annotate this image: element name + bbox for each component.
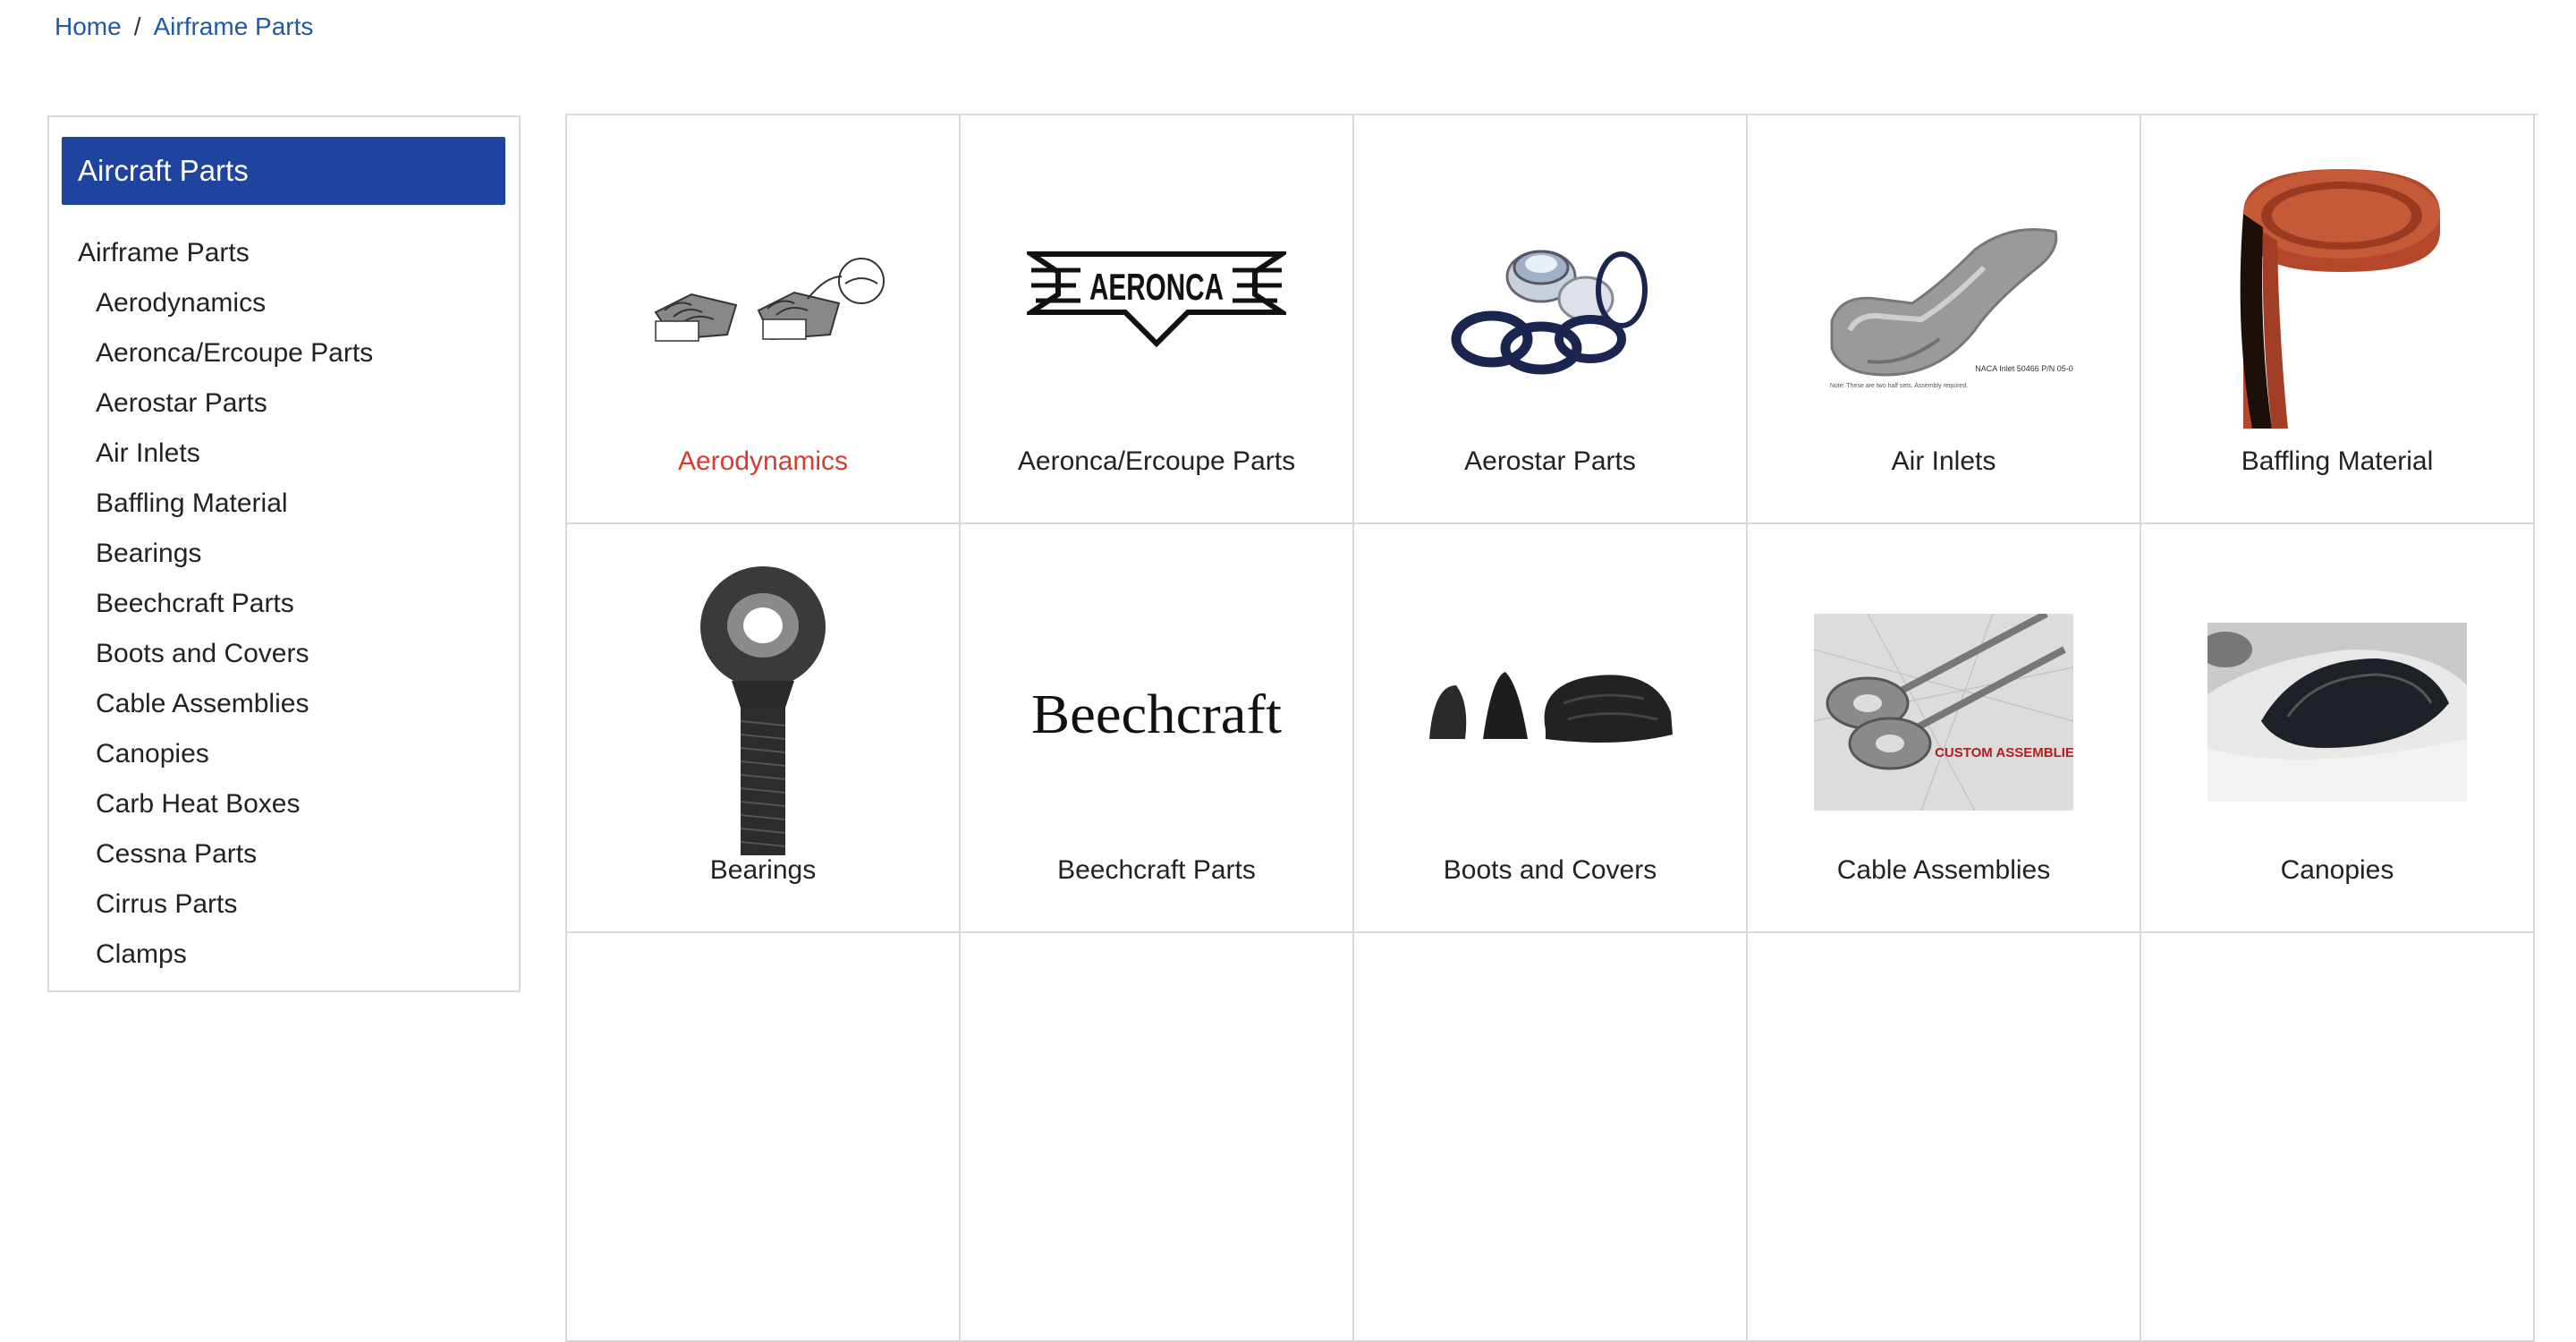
air-inlet-note: Note: These are two half sets. Assembly … <box>1830 383 1968 389</box>
tile-label[interactable]: Air Inlets <box>1748 446 2140 477</box>
sidebar-item-aeronca-ercoupe-parts[interactable]: Aeronca/Ercoupe Parts <box>96 328 373 378</box>
tile-label[interactable]: Boots and Covers <box>1354 855 1746 886</box>
sidebar-item-beechcraft-parts[interactable]: Beechcraft Parts <box>96 579 373 629</box>
tile-label[interactable]: Aeronca/Ercoupe Parts <box>961 446 1352 477</box>
beechcraft-logo-text: Beechcraft <box>1031 684 1282 745</box>
sidebar-header[interactable]: Aircraft Parts <box>62 137 505 205</box>
sidebar-item-baffling-material[interactable]: Baffling Material <box>96 479 373 529</box>
air-inlet-caption: NACA Inlet 50466 P/N 05-00009 <box>1975 364 2073 373</box>
category-tile-baffling-material[interactable]: Baffling Material <box>2141 115 2535 524</box>
sidebar-item-carb-heat-boxes[interactable]: Carb Heat Boxes <box>96 779 373 829</box>
category-tile-boots-and-covers[interactable]: Boots and Covers <box>1354 524 1748 933</box>
canopy-icon[interactable] <box>2203 578 2471 846</box>
beechcraft-logo-icon[interactable]: Beechcraft <box>1022 578 1291 846</box>
breadcrumb-home-link[interactable]: Home <box>55 13 122 40</box>
sidebar-item-airframe-parts[interactable]: Airframe Parts <box>78 228 373 278</box>
breadcrumb: Home / Airframe Parts <box>55 13 313 41</box>
category-tile-beechcraft-parts[interactable]: Beechcraft Beechcraft Parts <box>961 524 1354 933</box>
breadcrumb-separator: / <box>133 13 141 40</box>
category-grid: Aerodynamics AERONCA Aeronca/Ercoupe Par… <box>565 114 2538 1342</box>
category-tile-canopies[interactable]: Canopies <box>2141 524 2535 933</box>
tile-label[interactable]: Cable Assemblies <box>1748 855 2140 886</box>
baffling-roll-icon[interactable] <box>2203 169 2471 437</box>
sidebar-item-aerodynamics[interactable]: Aerodynamics <box>96 278 373 328</box>
category-tile-air-inlets[interactable]: NACA Inlet 50466 P/N 05-00009 Note: Thes… <box>1748 115 2141 524</box>
category-sidebar: Aircraft Parts Airframe Parts Aerodynami… <box>47 115 521 992</box>
sidebar-item-canopies[interactable]: Canopies <box>96 729 373 779</box>
category-tile-partial[interactable] <box>1354 933 1748 1342</box>
tile-label[interactable]: Aerodynamics <box>567 446 959 477</box>
category-tile-bearings[interactable]: Bearings <box>567 524 961 933</box>
sidebar-item-cirrus-parts[interactable]: Cirrus Parts <box>96 879 373 930</box>
aeronca-logo-text: AERONCA <box>1089 266 1224 308</box>
sidebar-item-air-inlets[interactable]: Air Inlets <box>96 429 373 479</box>
category-tile-aeronca-ercoupe-parts[interactable]: AERONCA Aeronca/Ercoupe Parts <box>961 115 1354 524</box>
tile-label[interactable]: Canopies <box>2141 855 2533 886</box>
aerodynamics-diagram-icon[interactable] <box>629 169 897 437</box>
boots-covers-icon[interactable] <box>1416 578 1684 846</box>
category-tile-partial[interactable] <box>567 933 961 1342</box>
sidebar-item-bearings[interactable]: Bearings <box>96 529 373 579</box>
category-tile-partial[interactable] <box>1748 933 2141 1342</box>
category-tile-partial[interactable] <box>961 933 1354 1342</box>
sidebar-item-cable-assemblies[interactable]: Cable Assemblies <box>96 679 373 729</box>
category-tile-cable-assemblies[interactable]: CUSTOM ASSEMBLIES Cable Assemblies <box>1748 524 2141 933</box>
category-tile-aerostar-parts[interactable]: Aerostar Parts <box>1354 115 1748 524</box>
sidebar-item-aerostar-parts[interactable]: Aerostar Parts <box>96 378 373 429</box>
aeronca-logo-icon[interactable]: AERONCA <box>1022 169 1291 437</box>
cable-assemblies-icon[interactable]: CUSTOM ASSEMBLIES <box>1809 578 2078 846</box>
sidebar-item-boots-and-covers[interactable]: Boots and Covers <box>96 629 373 679</box>
category-tile-aerodynamics[interactable]: Aerodynamics <box>567 115 961 524</box>
custom-assemblies-badge: CUSTOM ASSEMBLIES <box>1935 745 2073 760</box>
tile-label[interactable]: Beechcraft Parts <box>961 855 1352 886</box>
tile-label[interactable]: Baffling Material <box>2141 446 2533 477</box>
sidebar-category-list: Airframe Parts Aerodynamics Aeronca/Erco… <box>78 228 373 980</box>
tile-label[interactable]: Bearings <box>567 855 959 886</box>
category-tile-partial[interactable] <box>2141 933 2535 1342</box>
breadcrumb-current-link[interactable]: Airframe Parts <box>153 13 313 40</box>
rod-end-bearing-icon[interactable] <box>629 566 897 855</box>
o-ring-seals-icon[interactable] <box>1416 169 1684 437</box>
air-inlet-duct-icon[interactable]: NACA Inlet 50466 P/N 05-00009 Note: Thes… <box>1809 169 2078 437</box>
sidebar-item-cessna-parts[interactable]: Cessna Parts <box>96 829 373 879</box>
sidebar-item-clamps[interactable]: Clamps <box>96 930 373 980</box>
tile-label[interactable]: Aerostar Parts <box>1354 446 1746 477</box>
